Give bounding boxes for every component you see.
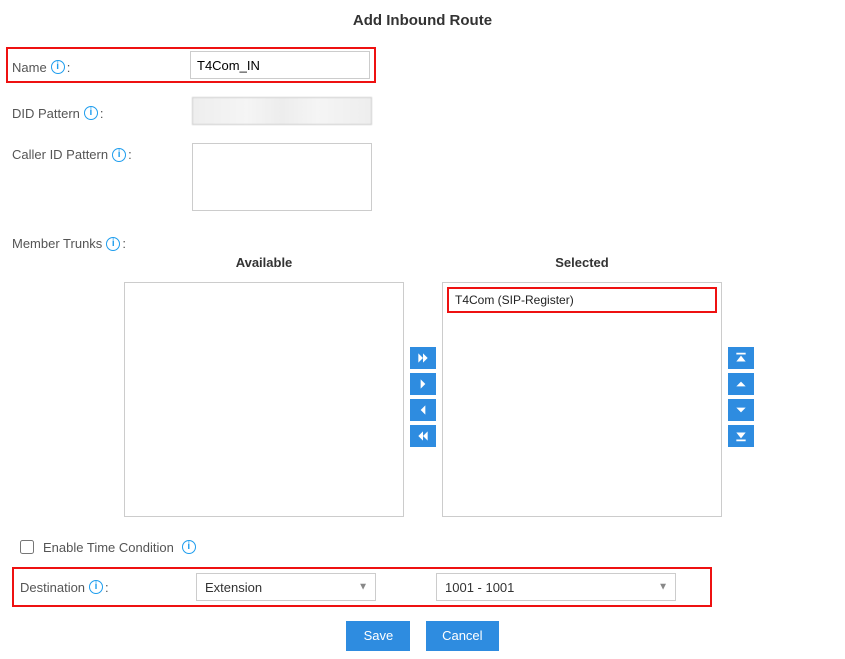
double-chevron-right-icon [416,351,430,365]
footer-buttons: Save Cancel [12,621,833,651]
move-top-icon [734,351,748,365]
chevron-right-icon [416,377,430,391]
caller-id-pattern-input[interactable] [192,143,372,211]
double-chevron-left-icon [416,429,430,443]
destination-target-select[interactable]: 1001 - 1001 [436,573,676,601]
enable-time-condition-label: Enable Time Condition [43,540,174,555]
available-header: Available [236,255,293,270]
page-title: Add Inbound Route [12,12,833,29]
info-icon[interactable]: i [112,148,126,162]
chevron-down-icon [734,403,748,417]
destination-label: Destination i : [20,580,196,595]
move-all-left-button[interactable] [410,425,436,447]
move-bottom-button[interactable] [728,425,754,447]
did-pattern-label: DID Pattern i : [12,102,192,121]
info-icon[interactable]: i [51,60,65,74]
transfer-button-column [410,347,436,447]
info-icon[interactable]: i [84,106,98,120]
move-top-button[interactable] [728,347,754,369]
move-up-button[interactable] [728,373,754,395]
did-pattern-input[interactable] [192,97,372,125]
move-left-button[interactable] [410,399,436,421]
chevron-up-icon [734,377,748,391]
move-bottom-icon [734,429,748,443]
selected-header: Selected [555,255,608,270]
info-icon[interactable]: i [182,540,196,554]
chevron-left-icon [416,403,430,417]
member-trunks-label: Member Trunks i : [12,232,192,251]
available-listbox[interactable] [124,282,404,517]
list-item[interactable]: T4Com (SIP-Register) [447,287,717,313]
enable-time-condition-checkbox[interactable] [20,540,34,554]
order-button-column [728,347,754,447]
caller-id-pattern-label: Caller ID Pattern i : [12,143,192,162]
member-trunks-duallist: Available Selected T4Com (SIP-Register) [124,255,833,517]
info-icon[interactable]: i [89,580,103,594]
info-icon[interactable]: i [106,237,120,251]
destination-type-select[interactable]: Extension [196,573,376,601]
move-down-button[interactable] [728,399,754,421]
move-right-button[interactable] [410,373,436,395]
save-button[interactable]: Save [346,621,410,651]
cancel-button[interactable]: Cancel [426,621,498,651]
name-label: Name i : [12,56,190,75]
name-input[interactable] [190,51,370,79]
selected-listbox[interactable]: T4Com (SIP-Register) [442,282,722,517]
move-all-right-button[interactable] [410,347,436,369]
